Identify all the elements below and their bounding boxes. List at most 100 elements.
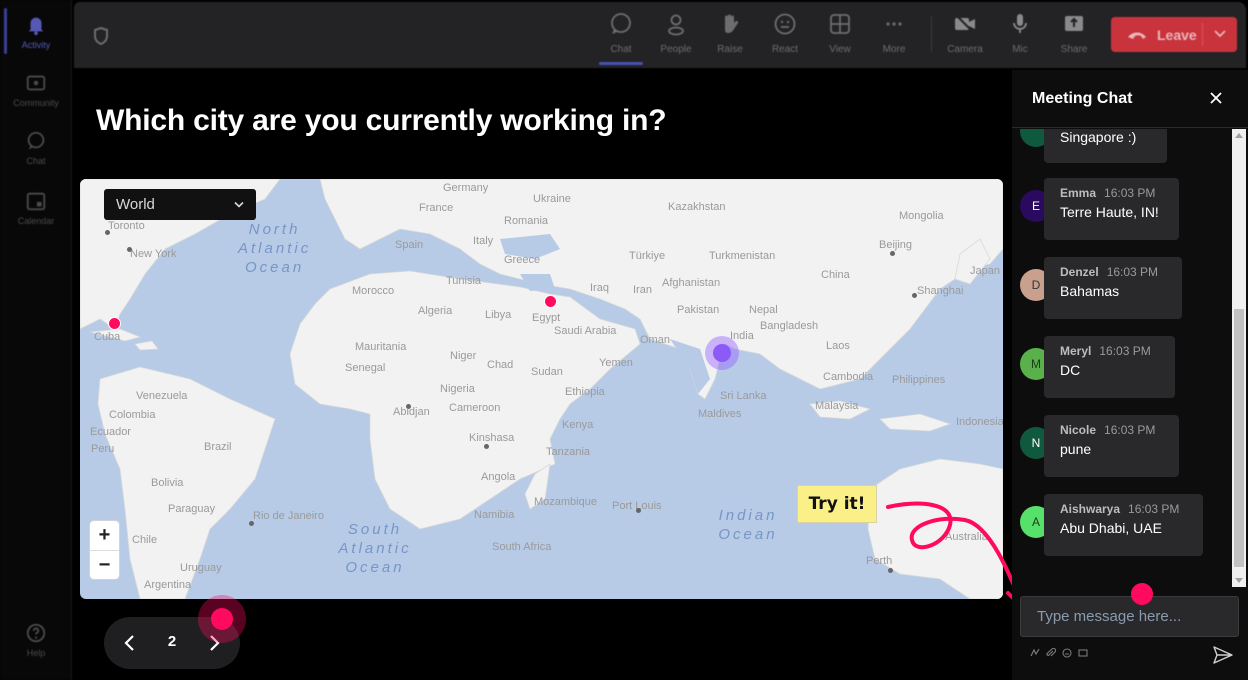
click-indicator bbox=[1131, 583, 1153, 605]
map-label: Shanghai bbox=[917, 285, 964, 297]
emoji-icon[interactable] bbox=[1062, 648, 1072, 658]
chat-icon bbox=[27, 131, 45, 150]
ocean-label: South Atlantic Ocean bbox=[338, 521, 412, 576]
toolbar-view-button[interactable]: View bbox=[813, 10, 867, 62]
city-dot bbox=[484, 444, 489, 449]
attach-icon[interactable] bbox=[1046, 648, 1056, 658]
chat-icon bbox=[611, 13, 631, 34]
poll-question: Which city are you currently working in? bbox=[96, 104, 667, 137]
toolbar-label: Share bbox=[1060, 44, 1088, 55]
map-label: Romania bbox=[504, 215, 549, 227]
map-label: Venezuela bbox=[136, 390, 188, 402]
toolbar-react-button[interactable]: React bbox=[758, 10, 812, 62]
toolbar-label: Mic bbox=[1012, 44, 1028, 55]
map-label: Senegal bbox=[345, 362, 386, 374]
world-map[interactable]: North Atlantic Ocean South Atlantic Ocean In… bbox=[80, 179, 1003, 599]
toolbar-more-button[interactable]: More bbox=[867, 10, 921, 62]
map-label: Kinshasa bbox=[469, 432, 515, 444]
toolbar-chat-button[interactable]: Chat bbox=[594, 10, 648, 62]
format-icon[interactable] bbox=[1030, 648, 1040, 658]
message-time: 16:03 PM bbox=[1106, 265, 1159, 279]
camera-off-icon bbox=[955, 14, 975, 34]
scroll-up-arrow[interactable] bbox=[1235, 133, 1243, 138]
map-label: Türkiye bbox=[629, 250, 666, 262]
chevron-left-icon[interactable] bbox=[120, 631, 140, 655]
message-text: pune bbox=[1060, 441, 1092, 457]
map-label: Egypt bbox=[532, 312, 561, 324]
view-grid-icon bbox=[830, 14, 850, 34]
city-dot bbox=[888, 568, 893, 573]
city-dot bbox=[912, 293, 917, 298]
map-label: Tunisia bbox=[446, 275, 482, 287]
map-label: Argentina bbox=[144, 579, 192, 591]
sender-name: Emma bbox=[1060, 186, 1097, 200]
message-text: Abu Dhabi, UAE bbox=[1060, 520, 1162, 536]
compose-toolbar bbox=[1030, 648, 1088, 658]
toolbar-label: Chat bbox=[610, 44, 632, 55]
response-pin[interactable] bbox=[544, 295, 557, 308]
map-label: Kazakhstan bbox=[668, 201, 726, 213]
leave-button[interactable]: Leave bbox=[1111, 17, 1237, 52]
zoom-out-button[interactable]: − bbox=[90, 550, 119, 579]
close-icon[interactable] bbox=[1208, 90, 1224, 106]
send-icon[interactable] bbox=[1213, 646, 1233, 664]
message-bubble: Singapore :) bbox=[1044, 129, 1167, 163]
map-label: Beijing bbox=[879, 239, 913, 251]
message-time: 16:03 PM bbox=[1099, 344, 1151, 358]
map-label: Philippines bbox=[892, 374, 946, 386]
map-label: Abidjan bbox=[393, 406, 430, 418]
toolbar-camera-button[interactable]: Camera bbox=[938, 10, 992, 62]
gif-icon[interactable] bbox=[1078, 648, 1088, 658]
toolbar-label: Raise bbox=[717, 44, 743, 55]
rail-label: Community bbox=[13, 98, 59, 108]
map-label: Mozambique bbox=[534, 496, 597, 508]
map-label: Spain bbox=[395, 239, 424, 251]
map-label: Chile bbox=[132, 534, 158, 546]
chevron-down-icon[interactable] bbox=[1213, 28, 1227, 38]
map-label: Angola bbox=[481, 471, 516, 483]
map-label: New York bbox=[130, 248, 177, 260]
react-icon bbox=[774, 13, 796, 35]
toolbar-label: Camera bbox=[947, 44, 983, 55]
map-label: Niger bbox=[450, 350, 477, 362]
chat-message-list[interactable]: Singapore :) E Emma 16:03 PM Terre Haute,… bbox=[1012, 129, 1232, 587]
highlighted-response-pin[interactable] bbox=[705, 336, 739, 370]
rail-item-chat[interactable]: Chat bbox=[0, 120, 72, 176]
toolbar-share-button[interactable]: Share bbox=[1047, 10, 1101, 62]
map-label: Nepal bbox=[749, 304, 778, 316]
chat-title: Meeting Chat bbox=[1032, 90, 1133, 107]
city-dot bbox=[105, 230, 110, 235]
app-rail: Activity Community Chat Calendar Help bbox=[0, 0, 72, 680]
map-label: Tanzania bbox=[546, 446, 591, 458]
rail-label: Chat bbox=[26, 156, 46, 166]
map-label: Ethiopia bbox=[565, 386, 605, 398]
map-label: Indonesia bbox=[956, 416, 1003, 428]
map-label: Malaysia bbox=[815, 400, 859, 412]
map-label: Australia bbox=[945, 531, 988, 543]
chat-scrollbar[interactable] bbox=[1232, 129, 1246, 587]
response-pin[interactable] bbox=[108, 317, 121, 330]
click-indicator bbox=[211, 608, 233, 630]
map-label: China bbox=[821, 269, 850, 281]
map-label: Ukraine bbox=[533, 193, 571, 205]
map-label: Italy bbox=[473, 235, 494, 247]
help-icon bbox=[26, 623, 46, 643]
message-input[interactable]: Type message here... bbox=[1020, 596, 1239, 637]
toolbar-raise-button[interactable]: Raise bbox=[703, 10, 757, 62]
zoom-in-button[interactable]: + bbox=[90, 521, 119, 550]
rail-item-help[interactable]: Help bbox=[0, 612, 72, 668]
scroll-thumb[interactable] bbox=[1234, 309, 1244, 567]
rail-item-calendar[interactable]: Calendar bbox=[0, 180, 72, 236]
scroll-down-arrow[interactable] bbox=[1235, 578, 1243, 583]
rail-item-community[interactable]: Community bbox=[0, 62, 72, 118]
shield-icon[interactable] bbox=[92, 26, 110, 46]
map-label: Mongolia bbox=[899, 210, 944, 222]
toolbar-people-button[interactable]: People bbox=[649, 10, 703, 62]
people-icon bbox=[668, 14, 684, 36]
region-select[interactable]: World bbox=[104, 189, 256, 220]
toolbar-mic-button[interactable]: Mic bbox=[993, 10, 1047, 62]
rail-item-activity[interactable]: Activity bbox=[0, 4, 72, 60]
city-dot bbox=[127, 247, 132, 252]
map-label: Oman bbox=[640, 334, 670, 346]
community-icon bbox=[26, 75, 46, 91]
